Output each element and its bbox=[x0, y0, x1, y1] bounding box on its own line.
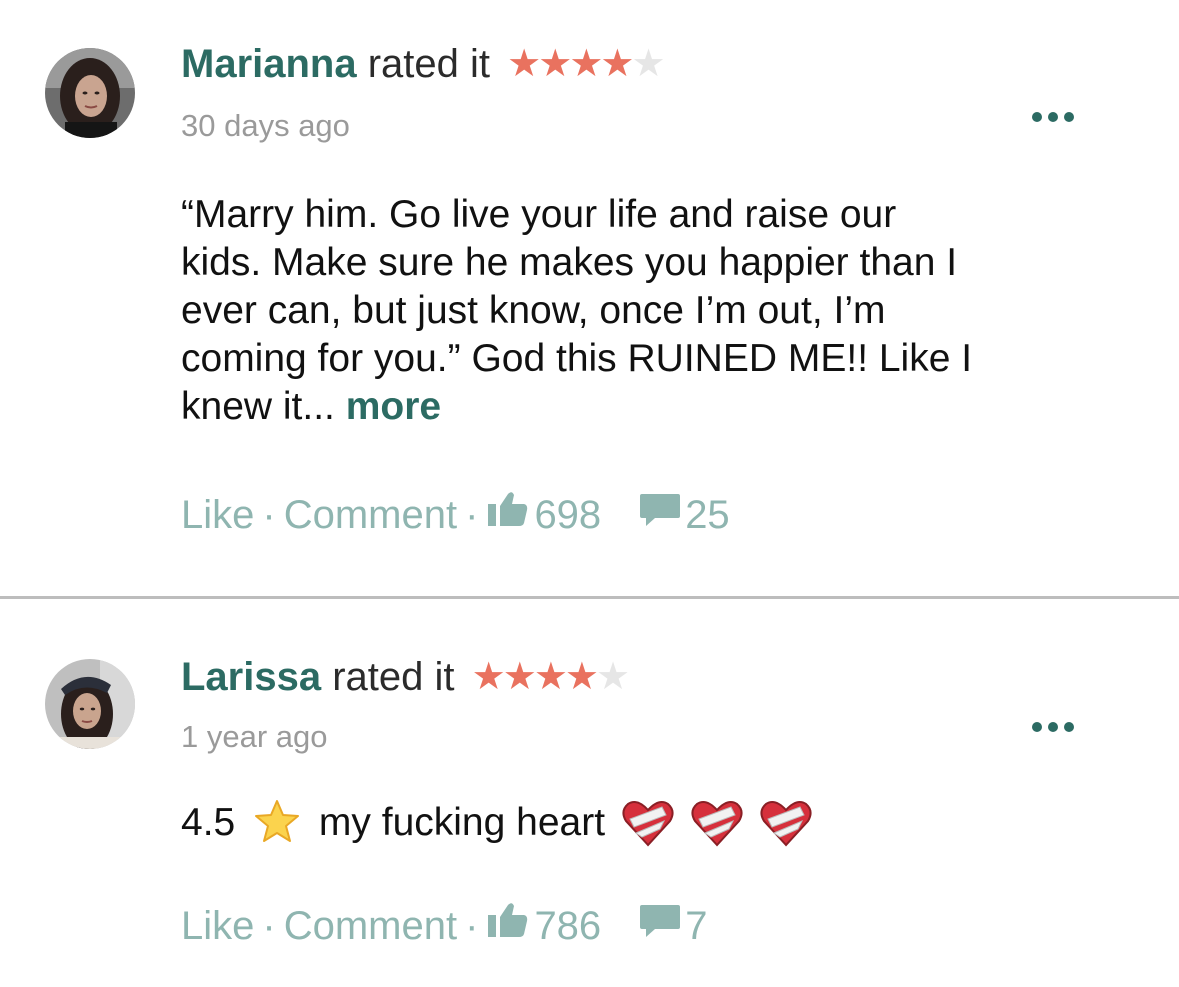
like-count: 786 bbox=[534, 903, 602, 948]
more-horizontal-icon[interactable] bbox=[1026, 718, 1082, 738]
review-item: Larissa rated it ★★★★★ 1 year ago 4.5 my… bbox=[0, 599, 1179, 987]
star-filled-icon: ★ bbox=[564, 656, 599, 698]
review-timestamp: 1 year ago bbox=[181, 719, 328, 754]
review-text: “Marry him. Go live your life and raise … bbox=[181, 191, 981, 431]
speech-bubble-icon[interactable] bbox=[639, 902, 681, 950]
separator: · bbox=[262, 492, 276, 537]
mending-heart-emoji bbox=[691, 799, 743, 859]
star-rating: ★★★★★ bbox=[471, 653, 630, 701]
comment-link[interactable]: Comment bbox=[284, 902, 457, 950]
comment-link[interactable]: Comment bbox=[284, 491, 457, 539]
review-headline: Larissa rated it ★★★★★ bbox=[181, 653, 630, 701]
review-text: 4.5 my fucking heart bbox=[181, 799, 981, 859]
like-link[interactable]: Like bbox=[181, 902, 254, 950]
star-filled-icon: ★ bbox=[507, 43, 541, 85]
review-actions: Like · Comment · 786 7 bbox=[181, 901, 707, 950]
reviewer-name[interactable]: Larissa bbox=[181, 655, 321, 699]
star-rating: ★★★★★ bbox=[507, 40, 665, 88]
reviewer-name[interactable]: Marianna bbox=[181, 42, 357, 86]
thumbs-up-icon[interactable] bbox=[486, 901, 530, 950]
star-filled-icon: ★ bbox=[569, 43, 603, 85]
review-actions: Like · Comment · 698 25 bbox=[181, 490, 730, 539]
review-body-text: “Marry him. Go live your life and raise … bbox=[181, 193, 973, 428]
star-filled-icon: ★ bbox=[600, 43, 634, 85]
star-empty-icon: ★ bbox=[631, 43, 665, 85]
more-link[interactable]: more bbox=[346, 385, 441, 428]
avatar[interactable] bbox=[45, 659, 135, 749]
separator: · bbox=[465, 903, 479, 948]
star-filled-icon: ★ bbox=[471, 656, 506, 698]
like-link[interactable]: Like bbox=[181, 491, 254, 539]
separator: · bbox=[465, 492, 479, 537]
review-item: Marianna rated it ★★★★★ 30 days ago “Mar… bbox=[0, 0, 1179, 596]
thumbs-up-icon[interactable] bbox=[486, 490, 530, 539]
rating-number: 4.5 bbox=[181, 801, 236, 844]
comment-count: 25 bbox=[685, 492, 730, 537]
mending-heart-emoji bbox=[622, 799, 674, 859]
review-headline: Marianna rated it ★★★★★ bbox=[181, 40, 666, 88]
star-empty-icon: ★ bbox=[595, 656, 630, 698]
like-count: 698 bbox=[534, 492, 602, 537]
separator: · bbox=[262, 903, 276, 948]
rated-label: rated it bbox=[367, 42, 491, 86]
more-horizontal-icon[interactable] bbox=[1026, 108, 1082, 128]
glowing-star-emoji bbox=[254, 799, 300, 855]
avatar[interactable] bbox=[45, 48, 135, 138]
rated-label: rated it bbox=[332, 655, 455, 699]
speech-bubble-icon[interactable] bbox=[639, 491, 681, 539]
mending-heart-emoji bbox=[760, 799, 812, 859]
review-body-text: my fucking heart bbox=[318, 801, 606, 844]
comment-count: 7 bbox=[685, 903, 708, 948]
star-filled-icon: ★ bbox=[538, 43, 572, 85]
star-filled-icon: ★ bbox=[502, 656, 537, 698]
star-filled-icon: ★ bbox=[533, 656, 568, 698]
review-timestamp: 30 days ago bbox=[181, 108, 350, 143]
